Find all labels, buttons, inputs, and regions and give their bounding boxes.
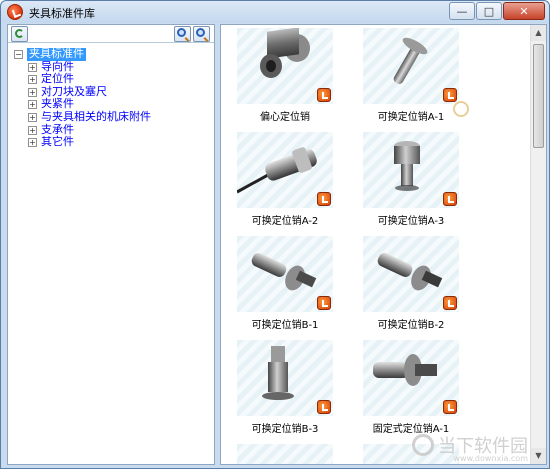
expand-icon[interactable]: + bbox=[28, 75, 37, 85]
part-thumbnail[interactable] bbox=[237, 236, 333, 312]
refresh-button[interactable] bbox=[11, 26, 28, 42]
maximize-button[interactable]: □ bbox=[476, 2, 502, 20]
item-caption: 可换定位销A-2 bbox=[251, 216, 319, 227]
zoom-in-button[interactable] bbox=[174, 26, 191, 42]
tree-panel: − 夹具标准件 + 导向件 + 定位件 + 对刀块及塞尺 + 夹紧件 + 与夹具… bbox=[7, 24, 215, 465]
expand-icon[interactable]: + bbox=[28, 125, 37, 135]
minimize-button[interactable]: — bbox=[449, 2, 475, 20]
expand-icon[interactable]: + bbox=[28, 62, 37, 72]
part-thumbnail[interactable] bbox=[363, 132, 459, 208]
part-thumbnail[interactable] bbox=[363, 340, 459, 416]
app-window: 夹具标准件库 — □ ✕ − 夹具标准件 + 导向件 + 定位件 + 对刀块及塞… bbox=[0, 0, 550, 469]
expand-icon[interactable]: + bbox=[28, 138, 37, 148]
zoom-out-button[interactable] bbox=[193, 26, 210, 42]
zoom-out-icon bbox=[196, 28, 205, 37]
gallery-panel: 偏心定位销 可换定位销A-1 可换定位销A-2 可换定位销A-3 可换定位销B-… bbox=[220, 24, 547, 465]
part-thumbnail[interactable] bbox=[237, 132, 333, 208]
tree-item-label[interactable]: 与夹具相关的机床附件 bbox=[41, 110, 151, 124]
cursor-ring-icon bbox=[453, 101, 469, 117]
expand-icon[interactable]: + bbox=[28, 100, 37, 110]
tree-item-label[interactable]: 定位件 bbox=[41, 73, 74, 86]
cad-badge-icon bbox=[443, 88, 457, 102]
scroll-up-icon[interactable]: ▲ bbox=[531, 25, 546, 41]
refresh-icon bbox=[15, 29, 24, 38]
window-title: 夹具标准件库 bbox=[29, 7, 95, 20]
collapse-icon[interactable]: − bbox=[14, 50, 23, 59]
watermark-logo-icon bbox=[412, 434, 434, 456]
part-thumbnail[interactable] bbox=[237, 28, 333, 104]
watermark: 当下软件园 www.downxia.com bbox=[412, 432, 528, 463]
app-icon bbox=[7, 4, 23, 20]
tree-root-label[interactable]: 夹具标准件 bbox=[27, 47, 86, 61]
part-thumbnail[interactable] bbox=[363, 236, 459, 312]
scrollbar-thumb[interactable] bbox=[533, 44, 544, 148]
cad-badge-icon bbox=[317, 88, 331, 102]
cad-badge-icon bbox=[317, 400, 331, 414]
tree-toolbar bbox=[8, 25, 214, 43]
expand-icon[interactable]: + bbox=[28, 112, 37, 122]
tree-item-label[interactable]: 其它件 bbox=[41, 136, 74, 149]
item-caption: 偏心定位销 bbox=[260, 112, 310, 123]
vertical-scrollbar[interactable]: ▲ ▼ bbox=[530, 25, 546, 464]
watermark-url: www.downxia.com bbox=[453, 454, 528, 463]
part-thumbnail[interactable] bbox=[237, 444, 333, 464]
item-caption: 可换定位销B-2 bbox=[377, 320, 445, 331]
item-caption: 可换定位销B-3 bbox=[251, 424, 319, 435]
expand-icon[interactable]: + bbox=[28, 87, 37, 97]
item-caption: 可换定位销B-1 bbox=[251, 320, 319, 331]
cad-badge-icon bbox=[443, 400, 457, 414]
scroll-down-icon[interactable]: ▼ bbox=[531, 448, 546, 464]
cad-badge-icon bbox=[443, 296, 457, 310]
close-button[interactable]: ✕ bbox=[503, 2, 545, 20]
cad-badge-icon bbox=[443, 192, 457, 206]
cad-badge-icon bbox=[317, 192, 331, 206]
part-thumbnail[interactable] bbox=[363, 28, 459, 104]
item-caption: 可换定位销A-3 bbox=[377, 216, 445, 227]
part-thumbnail[interactable] bbox=[237, 340, 333, 416]
title-bar[interactable]: 夹具标准件库 — □ ✕ bbox=[1, 1, 549, 23]
cad-badge-icon bbox=[317, 296, 331, 310]
zoom-in-icon bbox=[177, 28, 186, 37]
